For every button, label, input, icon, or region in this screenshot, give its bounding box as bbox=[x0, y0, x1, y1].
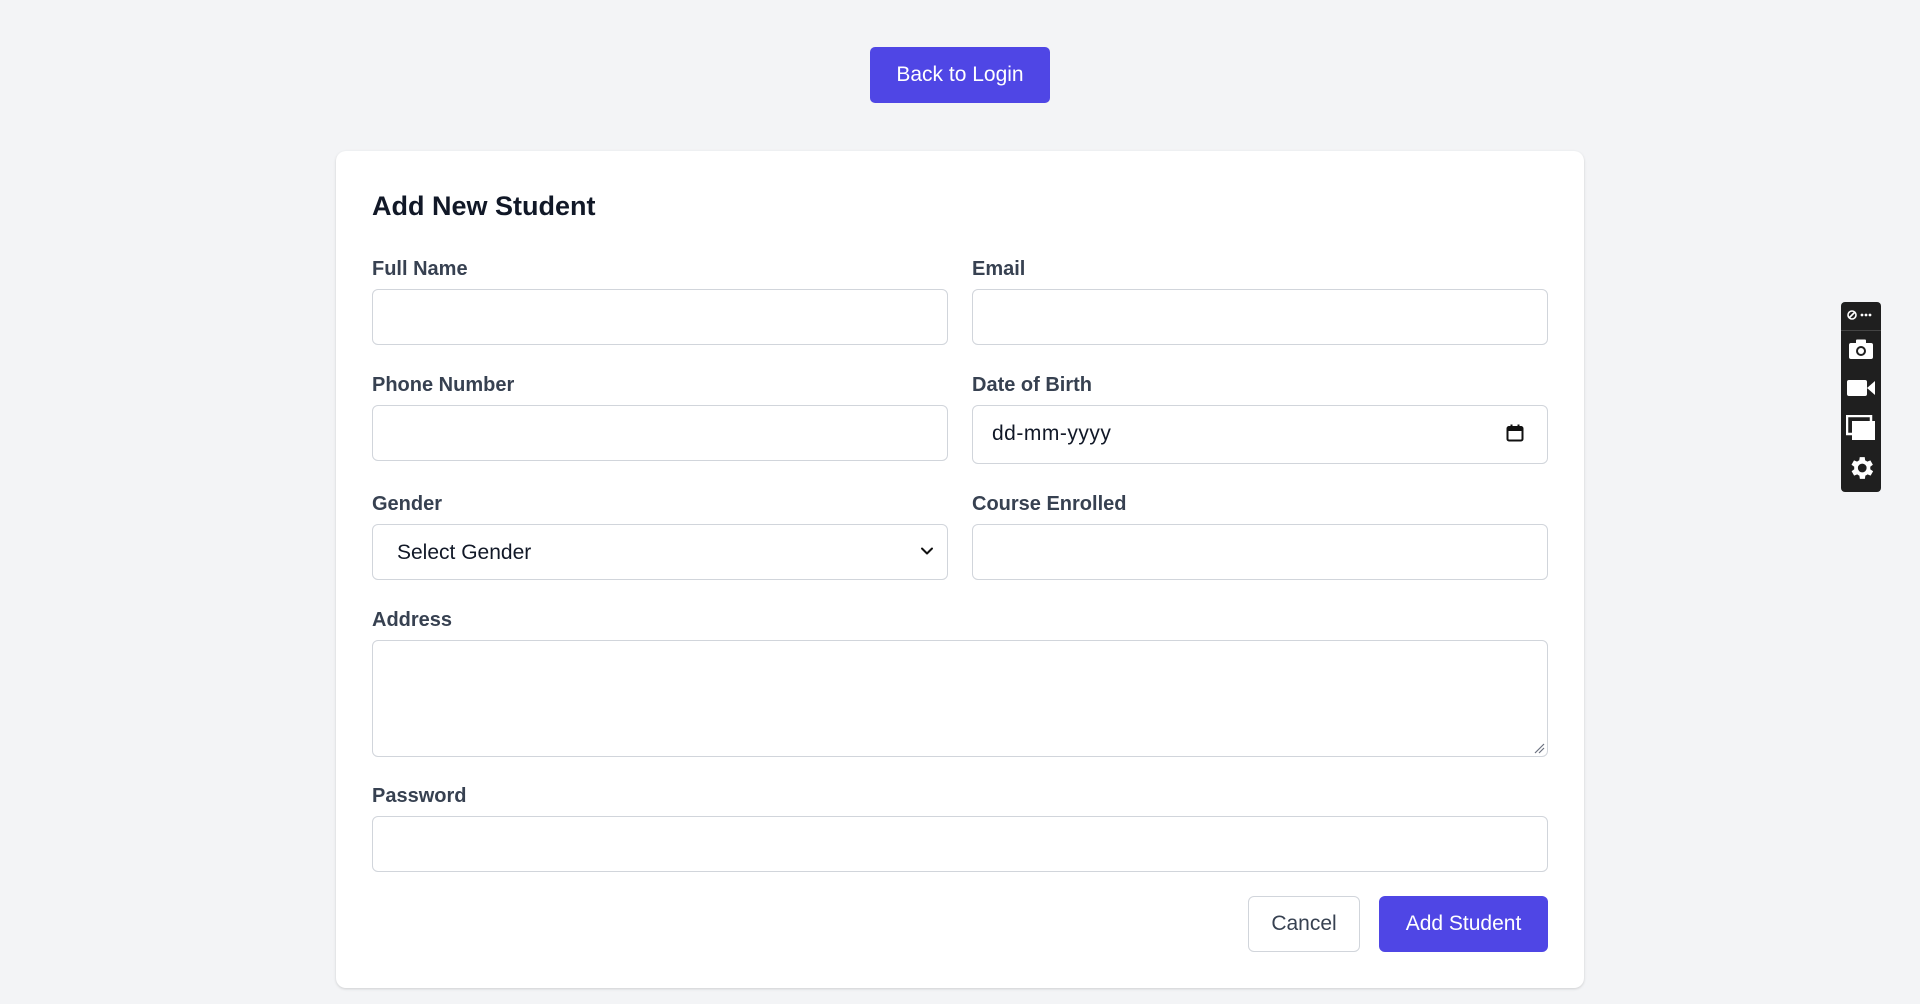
password-field: Password bbox=[372, 782, 1548, 872]
address-field: Address bbox=[372, 606, 1548, 757]
dob-input[interactable]: dd-mm-yyyy bbox=[972, 405, 1548, 464]
camera-icon[interactable] bbox=[1841, 330, 1881, 367]
course-input[interactable] bbox=[972, 524, 1548, 580]
course-label: Course Enrolled bbox=[972, 493, 1127, 515]
dob-placeholder: dd-mm-yyyy bbox=[992, 422, 1112, 445]
cancel-button[interactable]: Cancel bbox=[1248, 896, 1360, 952]
back-to-login-button[interactable]: Back to Login bbox=[870, 47, 1050, 103]
password-label: Password bbox=[372, 785, 467, 807]
email-label: Email bbox=[972, 258, 1026, 280]
extension-menu-icon[interactable] bbox=[1841, 306, 1881, 324]
address-textarea[interactable] bbox=[372, 640, 1548, 757]
full-name-input[interactable] bbox=[372, 289, 948, 345]
course-field: Course Enrolled bbox=[972, 490, 1548, 580]
email-input[interactable] bbox=[972, 289, 1548, 345]
page: Back to Login Add New Student Full Name … bbox=[0, 0, 1920, 1004]
password-input[interactable] bbox=[372, 816, 1548, 872]
gender-selected-value: Select Gender bbox=[397, 541, 532, 564]
email-field: Email bbox=[972, 255, 1548, 345]
gender-label: Gender bbox=[372, 493, 443, 515]
capture-toolbar bbox=[1841, 302, 1881, 492]
full-name-label: Full Name bbox=[372, 258, 468, 280]
dob-label: Date of Birth bbox=[972, 374, 1092, 396]
video-camera-icon[interactable] bbox=[1841, 370, 1881, 406]
phone-input[interactable] bbox=[372, 405, 948, 461]
full-name-field: Full Name bbox=[372, 255, 948, 345]
phone-field: Phone Number bbox=[372, 371, 948, 461]
resize-grip-icon[interactable] bbox=[1533, 742, 1545, 754]
form-title: Add New Student bbox=[372, 191, 596, 221]
settings-icon[interactable] bbox=[1841, 450, 1881, 486]
window-capture-icon[interactable] bbox=[1841, 410, 1881, 446]
add-student-card: Add New Student Full Name Email Phone Nu… bbox=[336, 151, 1584, 988]
add-student-button[interactable]: Add Student bbox=[1379, 896, 1548, 952]
gender-select[interactable]: Select Gender bbox=[372, 524, 948, 580]
chevron-down-icon bbox=[921, 547, 933, 555]
phone-label: Phone Number bbox=[372, 374, 515, 396]
calendar-icon[interactable] bbox=[1506, 424, 1524, 442]
address-label: Address bbox=[372, 609, 453, 631]
gender-field: Gender Select Gender bbox=[372, 490, 948, 580]
dob-field: Date of Birth dd-mm-yyyy bbox=[972, 371, 1548, 464]
